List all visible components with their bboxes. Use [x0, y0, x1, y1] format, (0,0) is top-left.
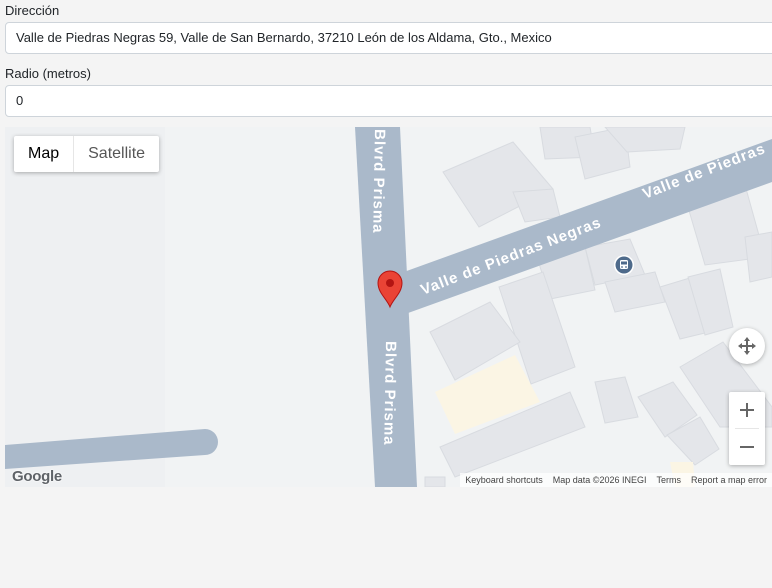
- map-footer: Keyboard shortcuts Map data ©2026 INEGI …: [460, 473, 772, 487]
- street-label-vertical-top: Blvrd Prisma: [369, 129, 388, 234]
- map-type-satellite-button[interactable]: Satellite: [74, 136, 159, 172]
- google-logo: Google: [12, 468, 62, 485]
- plus-icon: [740, 403, 754, 417]
- map-type-map-button[interactable]: Map: [14, 136, 75, 172]
- zoom-in-button[interactable]: [729, 392, 765, 428]
- zoom-control: [729, 392, 765, 465]
- radius-label: Radio (metros): [5, 66, 91, 81]
- address-label: Dirección: [5, 3, 60, 18]
- radius-input[interactable]: 0: [5, 85, 772, 117]
- bus-icon[interactable]: [614, 255, 634, 275]
- keyboard-shortcuts-link[interactable]: Keyboard shortcuts: [460, 473, 548, 487]
- fullscreen-icon: [738, 337, 756, 355]
- zoom-out-button[interactable]: [729, 429, 765, 465]
- address-input[interactable]: Valle de Piedras Negras 59, Valle de San…: [5, 22, 772, 54]
- minus-icon: [740, 446, 754, 448]
- map-view[interactable]: Blvrd Prisma Blvrd Prisma Valle de Piedr…: [5, 127, 772, 487]
- map-attribution: Map data ©2026 INEGI: [552, 475, 647, 485]
- terms-link[interactable]: Terms: [651, 473, 686, 487]
- street-view-control[interactable]: [729, 328, 765, 364]
- report-error-link[interactable]: Report a map error: [686, 473, 772, 487]
- map-canvas[interactable]: Blvrd Prisma Blvrd Prisma Valle de Piedr…: [5, 127, 772, 487]
- street-label-vertical-bottom: Blvrd Prisma: [380, 341, 399, 446]
- map-type-control: Map Satellite: [14, 136, 160, 172]
